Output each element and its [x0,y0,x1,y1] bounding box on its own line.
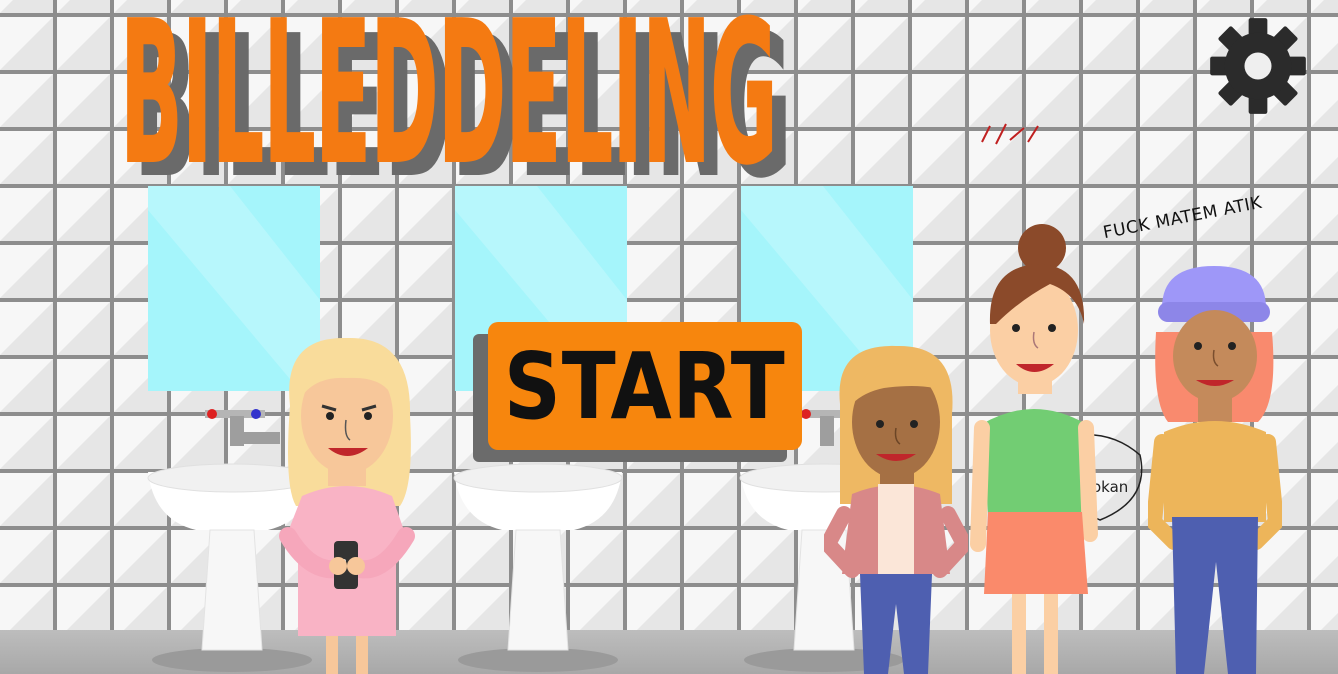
settings-button[interactable] [1206,14,1310,118]
character-girl-beanie [1148,266,1282,674]
game-title: BILLEDDELING BILLEDDELING [120,0,1180,230]
start-button[interactable]: START [473,322,802,462]
character-girl-pink-jacket [824,345,968,674]
start-label: START [504,332,786,440]
start-button-face: START [488,322,802,450]
character-girl-bun [970,224,1098,674]
character-blonde-girl [279,337,415,674]
gear-icon [1210,18,1306,114]
title-scribble [981,123,1039,145]
title-text: BILLEDDELING [120,0,779,209]
